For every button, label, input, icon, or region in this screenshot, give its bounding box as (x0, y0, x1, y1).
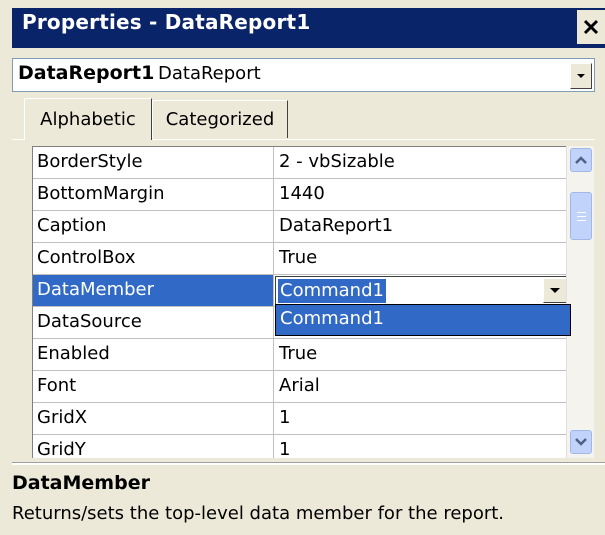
property-value: 1 (279, 439, 291, 458)
property-value-editor[interactable]: Command1 (278, 279, 386, 303)
property-grid: BorderStyle 2 - vbSizable BottomMargin 1… (32, 146, 571, 458)
property-row[interactable]: GridX 1 (33, 403, 571, 435)
description-text: Returns/sets the top-level data member f… (12, 503, 505, 524)
property-row[interactable]: BorderStyle 2 - vbSizable (33, 147, 571, 179)
property-name: ControlBox (37, 247, 136, 268)
scroll-up-icon (575, 156, 587, 164)
property-name: BorderStyle (37, 151, 143, 172)
window-title: Properties - DataReport1 (22, 10, 311, 34)
property-name: DataSource (37, 311, 142, 332)
property-value: 2 - vbSizable (279, 151, 395, 172)
tab-categorized[interactable]: Categorized (152, 100, 288, 138)
vertical-scrollbar[interactable] (566, 146, 594, 458)
property-value: True (279, 343, 318, 364)
close-icon (583, 19, 599, 35)
property-row[interactable]: Enabled True (33, 339, 571, 371)
property-name: GridY (37, 439, 86, 458)
thumb-grip (577, 220, 586, 221)
tab-alphabetic[interactable]: Alphabetic (24, 98, 152, 140)
property-name: DataMember (37, 279, 155, 300)
property-row-selected[interactable]: DataMember Command1 (33, 275, 571, 307)
scroll-up-button[interactable] (570, 148, 592, 172)
chevron-down-icon (577, 74, 585, 78)
scrollbar-thumb[interactable] (570, 192, 592, 240)
value-dropdown-button[interactable] (543, 278, 567, 303)
property-value: 1 (279, 407, 291, 428)
property-name: Caption (37, 215, 107, 236)
description-divider (12, 462, 605, 465)
property-value: DataReport1 (279, 215, 394, 236)
property-name: GridX (37, 407, 88, 428)
thumb-grip (577, 212, 586, 213)
object-selector-dropdown-button[interactable] (570, 63, 592, 89)
property-name: Enabled (37, 343, 110, 364)
property-name: Font (37, 375, 77, 396)
dropdown-option[interactable]: Command1 (280, 308, 384, 329)
property-row[interactable]: Font Arial (33, 371, 571, 403)
property-name: BottomMargin (37, 183, 165, 204)
value-dropdown-list[interactable]: Command1 (275, 304, 571, 336)
scroll-down-icon (575, 438, 587, 446)
object-type: DataReport (158, 63, 261, 84)
property-value: True (279, 247, 318, 268)
property-row[interactable]: BottomMargin 1440 (33, 179, 571, 211)
property-row[interactable]: GridY 1 (33, 435, 571, 458)
object-name: DataReport1 (18, 62, 155, 84)
property-value: 1440 (279, 183, 325, 204)
property-value-combo[interactable]: Command1 (275, 276, 569, 305)
close-button[interactable] (577, 10, 605, 44)
description-title: DataMember (12, 472, 150, 494)
thumb-grip (577, 216, 586, 217)
property-value: Arial (279, 375, 320, 396)
property-row[interactable]: Caption DataReport1 (33, 211, 571, 243)
property-row[interactable]: ControlBox True (33, 243, 571, 275)
scroll-down-button[interactable] (570, 430, 592, 454)
chevron-down-icon (550, 288, 560, 293)
